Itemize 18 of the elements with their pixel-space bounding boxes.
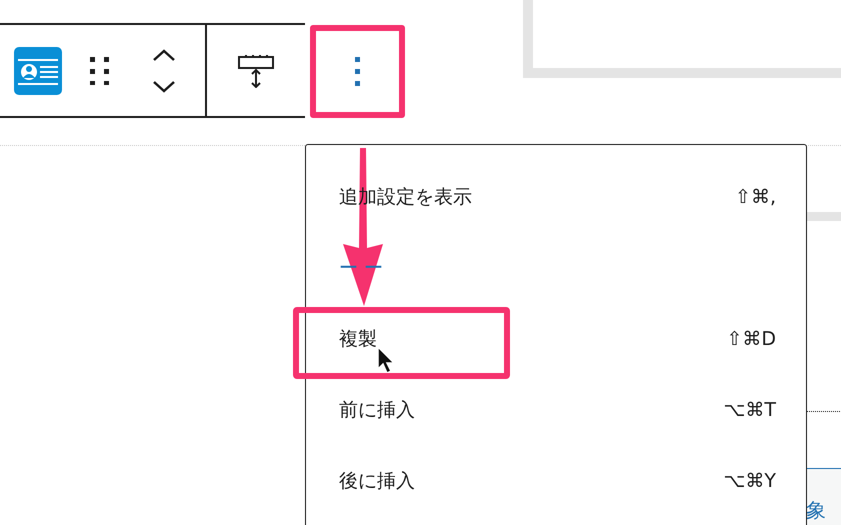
- menu-item-label: 複製: [339, 326, 377, 352]
- more-options-button[interactable]: [310, 25, 405, 118]
- shortcut-text: ⇧⌘D: [726, 328, 776, 350]
- shortcut-text: ⇧⌘,: [735, 186, 776, 208]
- height-icon[interactable]: [238, 54, 274, 88]
- more-options-icon: [355, 57, 360, 86]
- menu-item[interactable]: 複製 ⇧⌘D: [306, 303, 806, 374]
- move-up-down-icon[interactable]: [152, 48, 176, 94]
- shortcut-text: ⌥⌘Y: [723, 470, 776, 492]
- menu-item-label: 後に挿入: [339, 468, 415, 494]
- menu-item[interactable]: 前に挿入 ⌥⌘T: [306, 374, 806, 445]
- content-bar: [806, 212, 841, 221]
- contact-card-icon[interactable]: [14, 46, 62, 94]
- drag-handle-icon[interactable]: [90, 56, 110, 84]
- menu-item[interactable]: 後に挿入 ⌥⌘Y: [306, 445, 806, 516]
- menu-item-label: 前に挿入: [339, 398, 415, 422]
- shortcut-text: ⌥⌘T: [723, 398, 776, 420]
- link-text[interactable]: 象: [806, 497, 826, 524]
